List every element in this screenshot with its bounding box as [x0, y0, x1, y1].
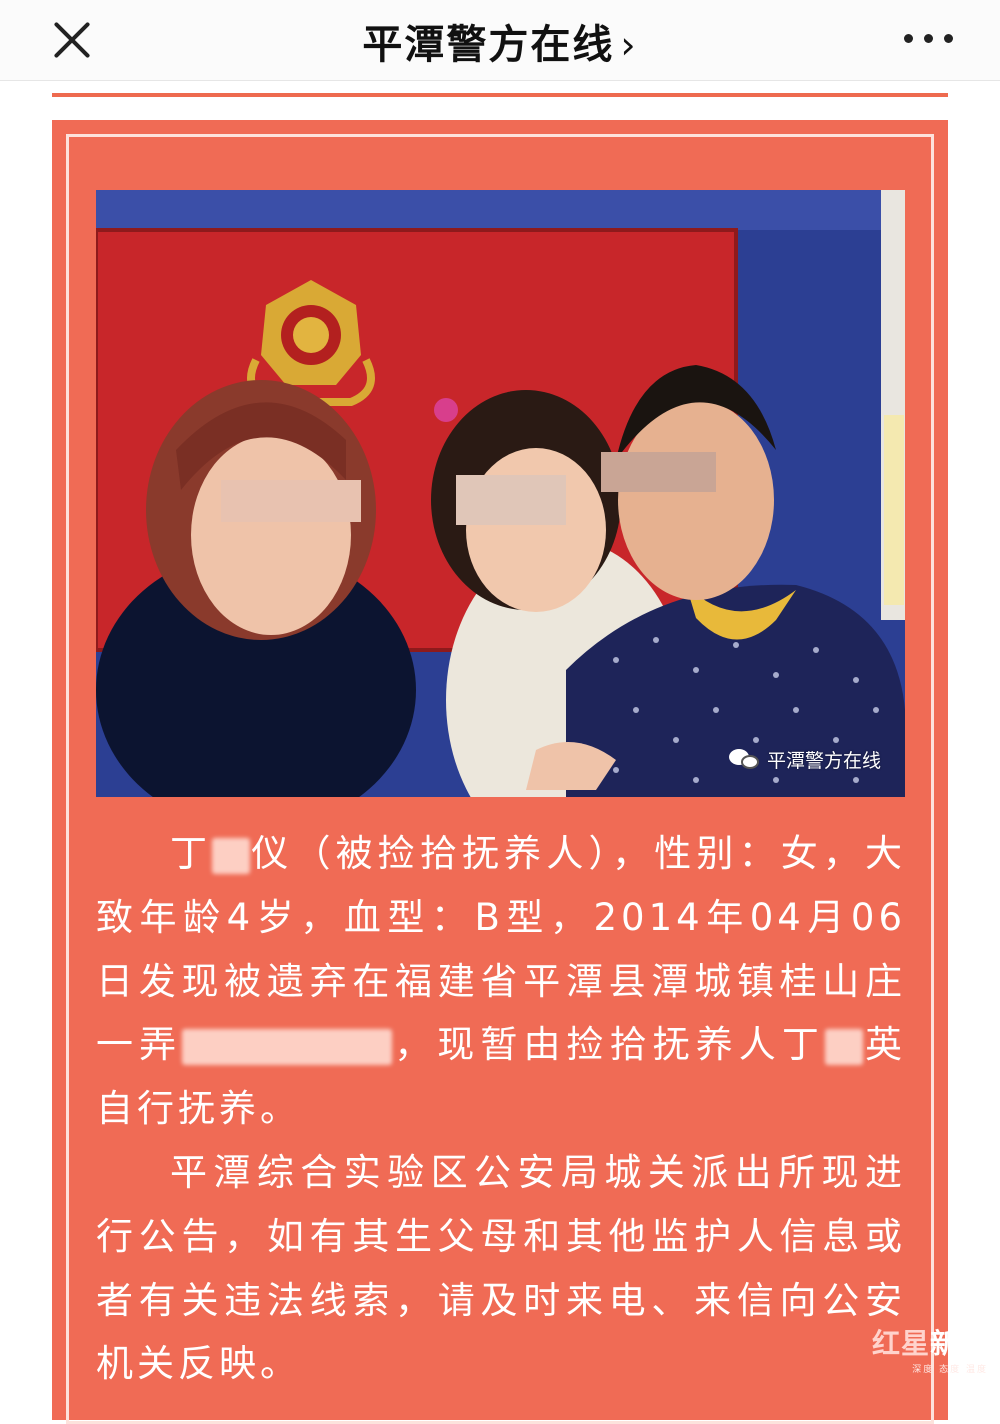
notice-photo[interactable]: 平潭警方在线: [96, 190, 905, 797]
photo-family-portrait: [96, 190, 905, 797]
more-icon[interactable]: [904, 30, 954, 46]
notice-paragraph-2: 平潭综合实验区公安局城关派出所现进行公告，如有其生父母和其他监护人信息或者有关违…: [96, 1150, 906, 1386]
top-bar: 平潭警方在线 ›: [0, 0, 1000, 81]
photo-watermark-text: 平潭警方在线: [766, 750, 881, 772]
accent-divider: [52, 93, 948, 97]
account-title[interactable]: 平潭警方在线 ›: [0, 12, 1000, 70]
hongxing-news-logo: 红星新闻 深度 态度 温度: [872, 1322, 988, 1375]
account-title-text: 平潭警方在线: [362, 22, 615, 68]
notice-body: 丁仪（被捡拾抚养人），性别：女，大致年龄4岁，血型：B型，2014年04月06日…: [96, 822, 906, 1396]
redacted-name-2: [824, 1028, 863, 1065]
wechat-icon: [728, 748, 759, 771]
logo-main-white: 新闻: [929, 1327, 988, 1360]
p1-text-c: ，现暂由捡拾抚养人丁: [392, 1023, 825, 1067]
logo-main-red: 红星: [871, 1327, 930, 1360]
redacted-address: [182, 1028, 393, 1065]
logo-sub: 深度 态度 温度: [912, 1365, 988, 1375]
p1-text-a: 丁: [170, 832, 213, 875]
notice-paragraph-1: 丁仪（被捡拾抚养人），性别：女，大致年龄4岁，血型：B型，2014年04月06日…: [96, 822, 906, 1141]
logo-main: 红星新闻: [872, 1322, 988, 1362]
photo-watermark: 平潭警方在线: [728, 746, 881, 773]
chevron-right-icon: ›: [620, 23, 638, 67]
redacted-name: [212, 837, 251, 874]
